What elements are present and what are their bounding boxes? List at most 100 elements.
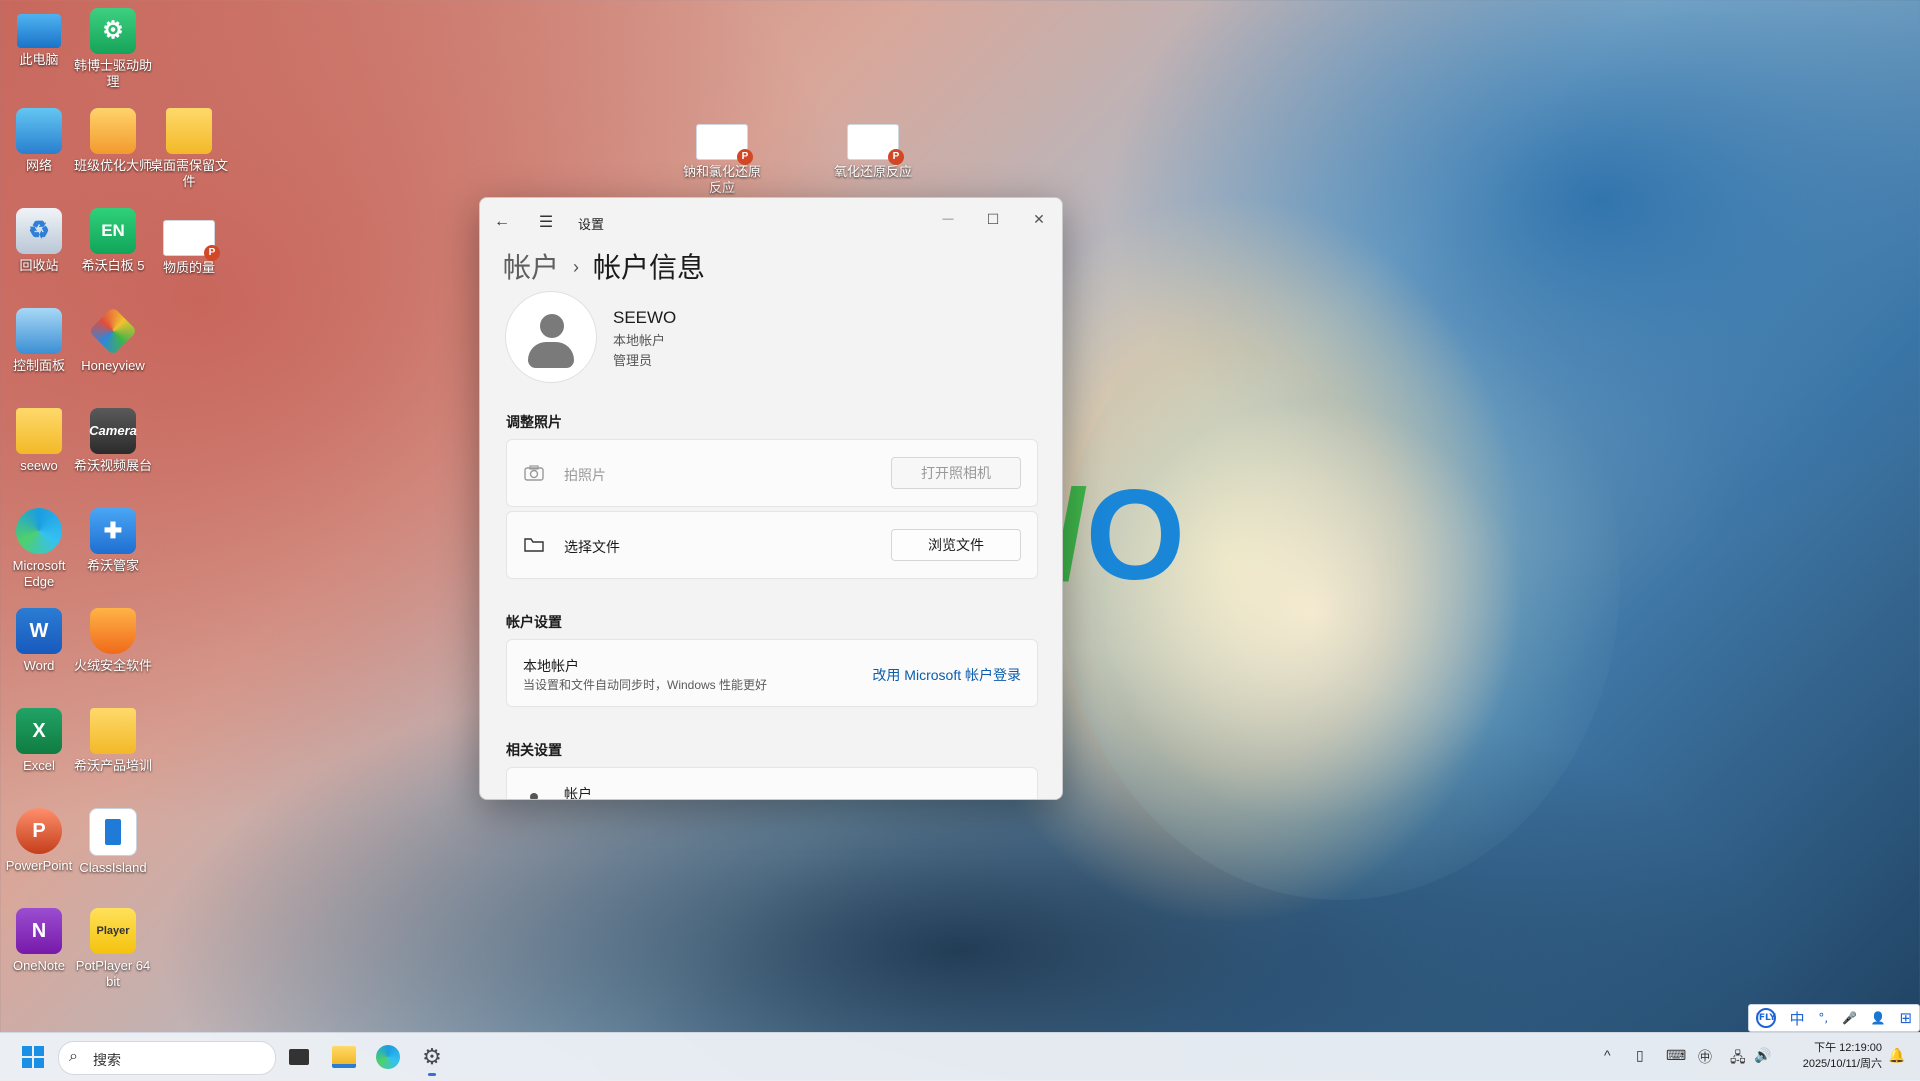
folder-icon [16, 408, 62, 454]
desktop-icon-label: 希沃产品培训 [74, 758, 153, 773]
nav-menu-button[interactable]: ☰ [534, 210, 558, 234]
usb-icon[interactable]: ▯ [1636, 1047, 1644, 1064]
taskbar: ⌕ 搜索 ⚙ ^ ▯ ⌨ ㊥ 🖧 🔊 下午 12:19:00 2025/10/1… [0, 1032, 1920, 1081]
desktop-icon-word[interactable]: W Word [0, 608, 78, 674]
desktop-icon-label: Honeyview [81, 358, 145, 373]
back-button[interactable]: ← [490, 210, 514, 234]
taskbar-task-view[interactable] [282, 1041, 316, 1073]
ime-language-toggle[interactable]: 中 [1790, 1008, 1805, 1029]
desktop-icon-label: 物质的量 [162, 260, 215, 275]
microsoft-account-signin-link[interactable]: 改用 Microsoft 帐户登录 [872, 665, 1021, 685]
taskbar-file-explorer[interactable] [327, 1041, 361, 1073]
gear-icon: ⚙ [422, 1044, 442, 1069]
desktop-icon-honeyview[interactable]: Honeyview [74, 306, 152, 374]
network-icon[interactable]: 🖧 [1730, 1047, 1746, 1071]
maximize-icon: ☐ [986, 210, 1000, 227]
onenote-icon: N [16, 908, 62, 954]
grid-menu-icon[interactable]: ⊞ [1899, 1009, 1912, 1027]
start-button[interactable] [16, 1041, 50, 1073]
desktop-icon-excel[interactable]: X Excel [0, 708, 78, 774]
desktop-icon-label: Excel [23, 758, 55, 773]
desktop-icon-label: Microsoft Edge [12, 558, 66, 589]
desktop-icon-keep-files-folder[interactable]: 桌面需保留文件 [150, 108, 228, 190]
desktop-icon-seewo-guard[interactable]: ✚ 希沃管家 [74, 508, 152, 574]
desktop-icon-network[interactable]: 网络 [0, 108, 78, 174]
minimize-button[interactable]: — [925, 204, 971, 234]
user-icon[interactable]: 👤 [1871, 1011, 1886, 1025]
class-optimizer-icon [90, 108, 136, 154]
desktop-icon-redox-ppt[interactable]: 氧化还原反应 [834, 124, 912, 180]
desktop-icon-seewo-camera[interactable]: Camera 希沃视频展台 [74, 408, 152, 474]
browse-files-button[interactable]: 浏览文件 [891, 529, 1021, 561]
gear-icon: ⚙ [90, 8, 136, 54]
desktop-icon-edge[interactable]: Microsoft Edge [0, 508, 78, 590]
desktop-icon-potplayer[interactable]: Player PotPlayer 64 bit [74, 908, 152, 990]
flame-shield-icon [90, 608, 136, 654]
task-view-icon [289, 1049, 309, 1065]
desktop-icon-control-panel[interactable]: 控制面板 [0, 308, 78, 374]
clock-date: 2025/10/11/周六 [1802, 1058, 1882, 1070]
person-icon [523, 786, 545, 799]
network-icon [16, 108, 62, 154]
ppt-file-icon [163, 220, 220, 261]
window-title: 设置 [578, 217, 605, 232]
desktop-icon-label: 希沃白板 5 [81, 258, 145, 273]
minimize-icon: — [942, 213, 954, 225]
desktop-icon-driver-helper[interactable]: ⚙ 韩博士驱动助理 [74, 8, 152, 90]
local-account-title: 本地帐户 [523, 658, 579, 674]
close-button[interactable]: ✕ [1016, 204, 1062, 234]
taskbar-edge[interactable] [371, 1041, 405, 1073]
search-box[interactable]: ⌕ 搜索 [58, 1041, 276, 1075]
clock-time: 下午 12:19:00 [1814, 1042, 1882, 1054]
desktop-icon-mole-ppt[interactable]: 物质的量 [150, 220, 228, 276]
ime-tray-icon[interactable]: ㊥ [1698, 1047, 1712, 1067]
ime-punctuation-toggle[interactable]: °, [1818, 1011, 1828, 1025]
keyboard-icon[interactable]: ⌨ [1666, 1047, 1686, 1064]
desktop-icon-onenote[interactable]: N OneNote [0, 908, 78, 974]
wallpaper-brand-text: /O [1052, 464, 1185, 607]
maximize-button[interactable]: ☐ [970, 204, 1016, 234]
desktop-icon-huorong[interactable]: 火绒安全软件 [74, 608, 152, 674]
edge-icon [16, 508, 62, 554]
desktop-icon-label: seewo [20, 458, 58, 473]
windows-logo-icon [22, 1046, 44, 1068]
ifly-logo-icon[interactable]: iFLY [1756, 1008, 1776, 1028]
desktop-icon-easinote[interactable]: EN 希沃白板 5 [74, 208, 152, 274]
related-accounts-card[interactable]: 帐户 [506, 767, 1038, 799]
camera-icon [523, 462, 545, 484]
local-account-description: 当设置和文件自动同步时，Windows 性能更好 [523, 678, 768, 692]
microphone-icon[interactable]: 🎤 [1842, 1011, 1857, 1025]
edge-icon [376, 1045, 400, 1069]
recycle-bin-icon: ♻ [16, 208, 62, 254]
desktop-icon-sodium-redox-ppt[interactable]: 钠和氯化还原反应 [683, 124, 761, 196]
notification-bell-icon[interactable]: 🔔 [1888, 1047, 1905, 1064]
ppt-file-icon [847, 124, 904, 165]
desktop-icon-label: 网络 [25, 158, 52, 173]
open-camera-button[interactable]: 打开照相机 [891, 457, 1021, 489]
tray-overflow-chevron-icon[interactable]: ^ [1604, 1047, 1611, 1063]
desktop-icon-class-optimizer[interactable]: 班级优化大师 [74, 108, 152, 174]
user-name: SEEWO [613, 308, 677, 327]
desktop-icon-classisland[interactable]: ClassIsland [74, 808, 152, 876]
desktop-icon-label: 桌面需保留文件 [150, 158, 229, 189]
ime-toolbar: iFLY 中 °, 🎤 👤 ⊞ [1748, 1004, 1920, 1032]
desktop-icon-powerpoint[interactable]: P PowerPoint [0, 808, 78, 874]
excel-icon: X [16, 708, 62, 754]
chevron-right-icon: › [573, 257, 580, 277]
desktop-icon-recycle-bin[interactable]: ♻ 回收站 [0, 208, 78, 274]
breadcrumb-parent-link[interactable]: 帐户 [503, 252, 559, 283]
active-app-indicator [428, 1073, 436, 1076]
user-icon [540, 314, 564, 338]
desktop-icon-this-pc[interactable]: 此电脑 [0, 8, 78, 68]
title-bar: ← ☰ 设置 — ☐ ✕ [480, 198, 1062, 244]
hamburger-icon: ☰ [538, 214, 554, 231]
clock[interactable]: 下午 12:19:00 2025/10/11/周六 [1803, 1040, 1882, 1072]
desktop-icon-label: Word [23, 658, 55, 673]
potplayer-icon: Player [90, 908, 136, 954]
volume-icon[interactable]: 🔊 [1754, 1047, 1771, 1064]
desktop-icon-label: PotPlayer 64 bit [75, 958, 151, 989]
close-icon: ✕ [1033, 210, 1045, 227]
desktop-icon-training-folder[interactable]: 希沃产品培训 [74, 708, 152, 774]
taskbar-settings[interactable]: ⚙ [415, 1041, 449, 1076]
desktop-icon-seewo-folder[interactable]: seewo [0, 408, 78, 474]
